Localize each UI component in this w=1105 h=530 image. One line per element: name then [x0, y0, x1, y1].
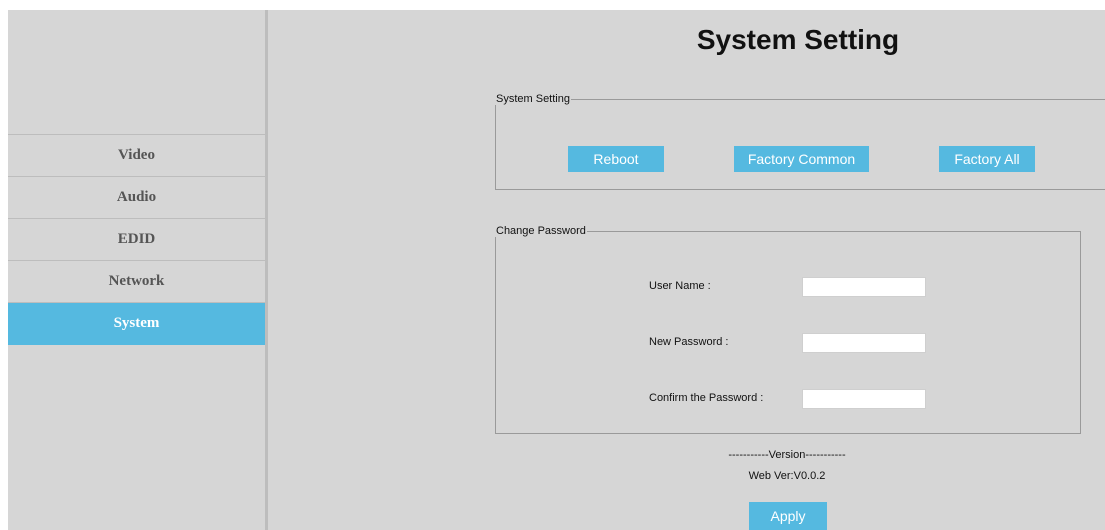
system-setting-legend: System Setting	[496, 93, 570, 105]
confirm-password-input[interactable]	[802, 389, 926, 409]
confirm-password-label: Confirm the Password :	[649, 392, 764, 404]
user-name-label: User Name :	[649, 280, 711, 292]
apply-button[interactable]: Apply	[749, 502, 827, 530]
sidebar-item-audio[interactable]: Audio	[8, 177, 265, 219]
new-password-input[interactable]	[802, 333, 926, 353]
new-password-label: New Password :	[649, 336, 729, 348]
system-page: Video Audio EDID Network System System S…	[8, 10, 1105, 530]
sidebar-nav: Video Audio EDID Network System	[8, 134, 265, 345]
sidebar-divider	[265, 10, 268, 530]
user-name-input[interactable]	[802, 277, 926, 297]
change-password-group: Change Password User Name : New Password…	[495, 225, 1081, 434]
change-password-legend: Change Password	[496, 225, 586, 237]
page-title-wrap: System Setting	[548, 24, 1048, 56]
version-header: -----------Version-----------	[728, 449, 846, 461]
sidebar-item-network[interactable]: Network	[8, 261, 265, 303]
reboot-button[interactable]: Reboot	[568, 146, 664, 172]
sidebar-item-system[interactable]: System	[8, 303, 265, 345]
sidebar-item-video[interactable]: Video	[8, 135, 265, 177]
factory-common-button[interactable]: Factory Common	[734, 146, 869, 172]
sidebar: Video Audio EDID Network System	[8, 10, 265, 530]
page-title: System Setting	[696, 24, 900, 55]
factory-all-button[interactable]: Factory All	[939, 146, 1035, 172]
sidebar-item-edid[interactable]: EDID	[8, 219, 265, 261]
web-version: Web Ver:V0.0.2	[748, 470, 826, 482]
system-setting-group: System Setting Reboot Factory Common Fac…	[495, 93, 1105, 190]
